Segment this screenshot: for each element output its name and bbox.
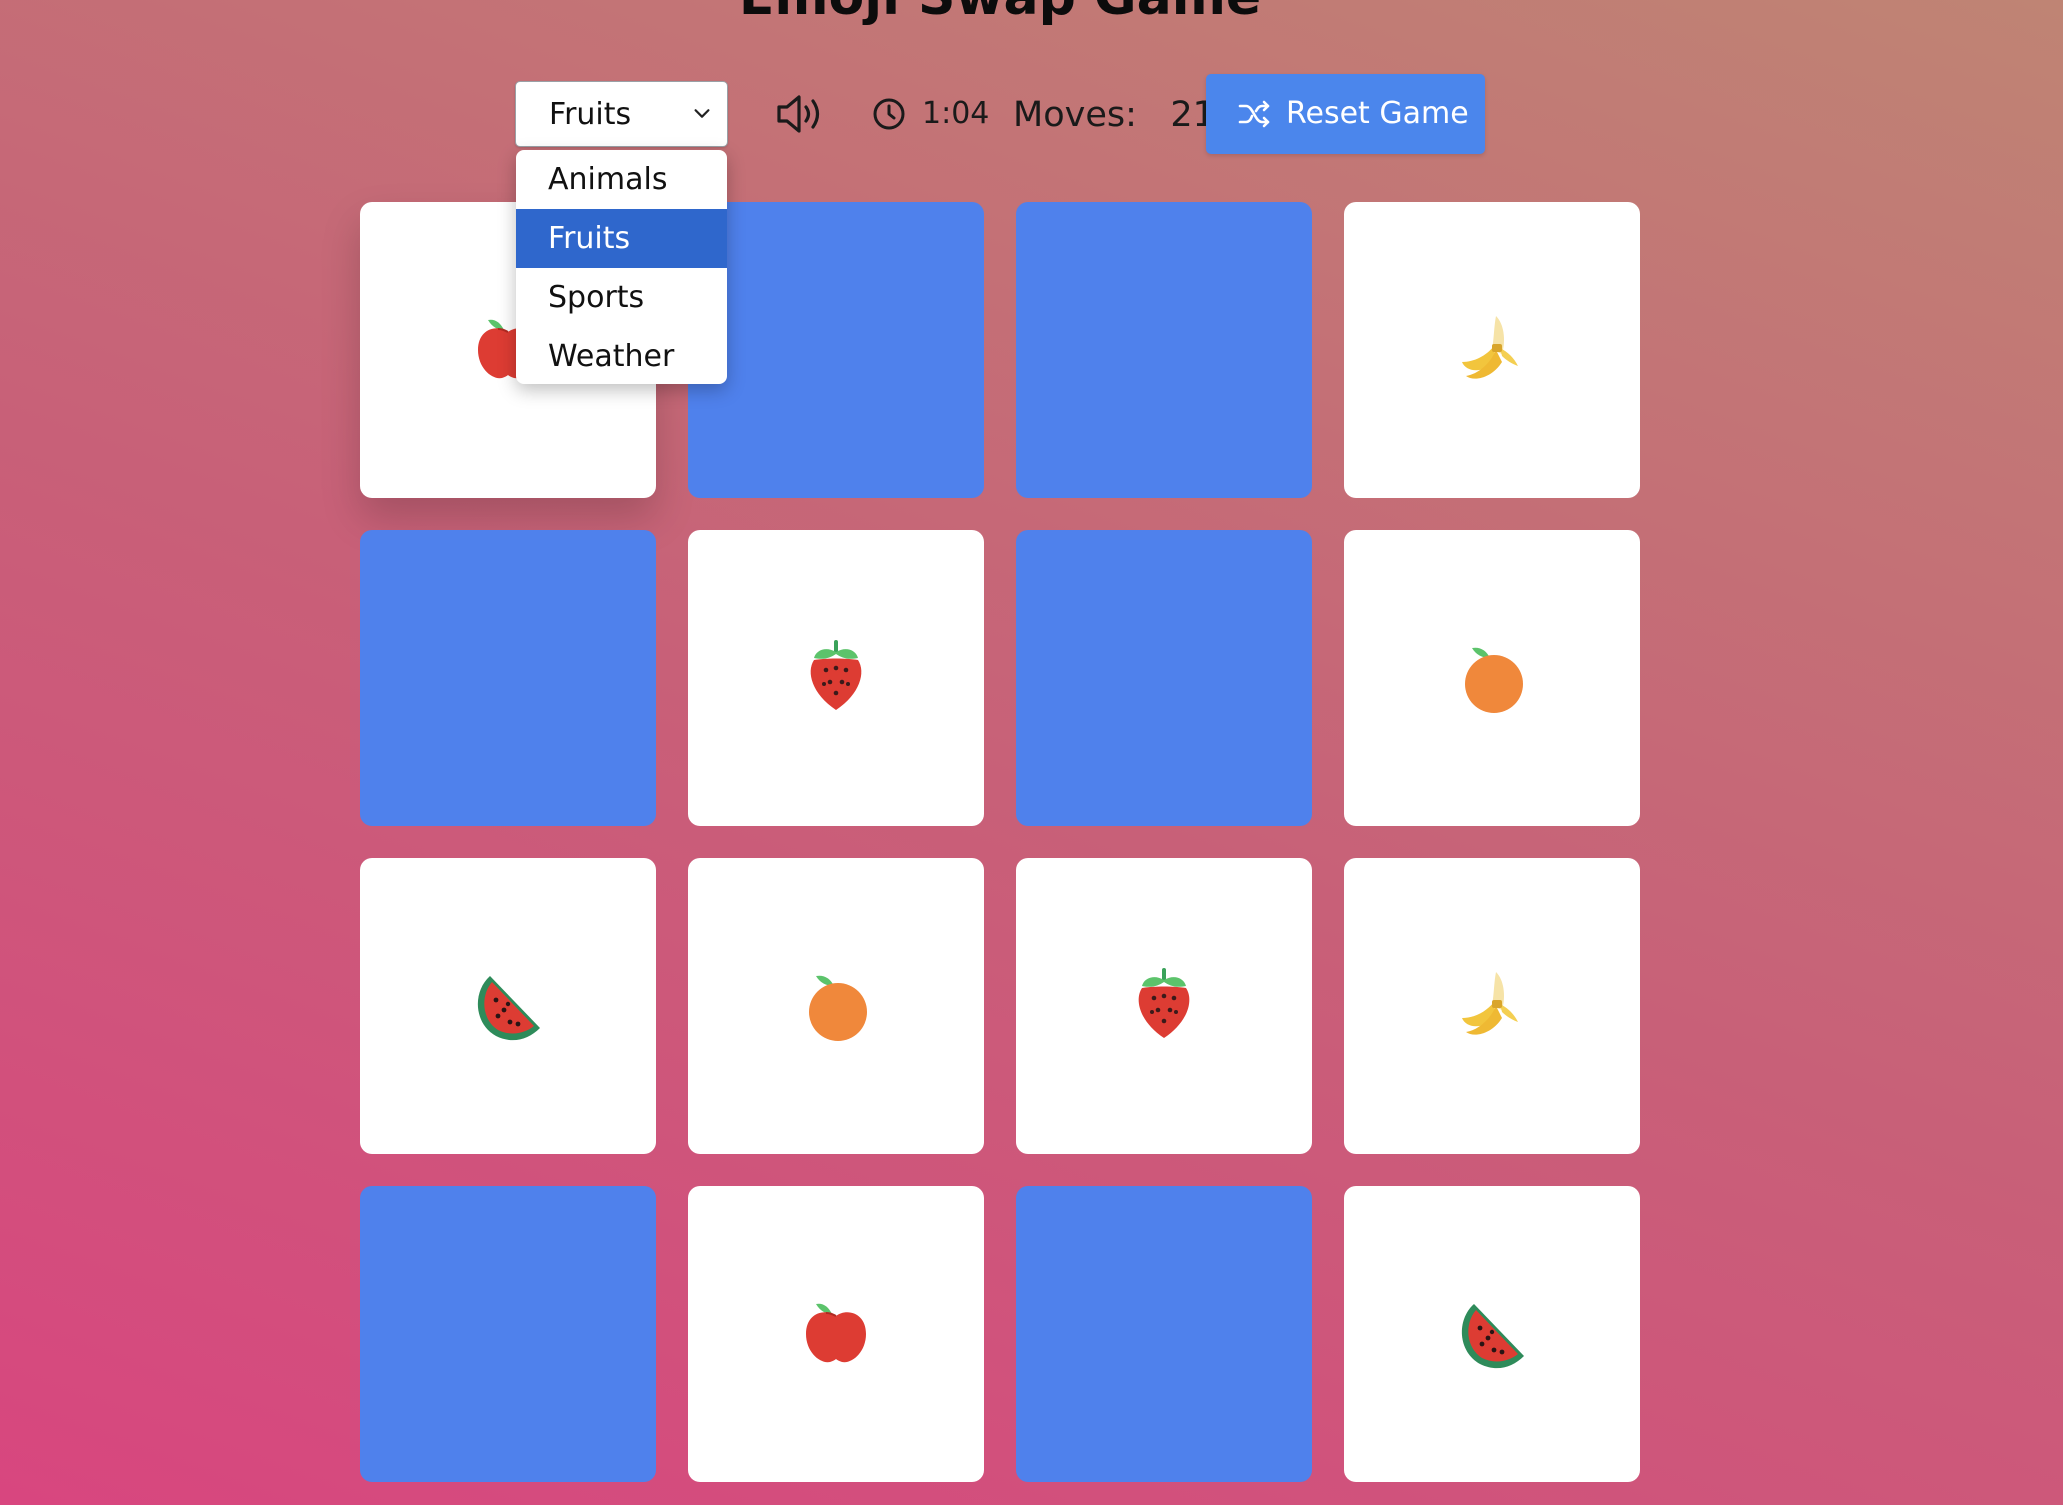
- card-strawberry-r2c2[interactable]: [688, 530, 984, 826]
- orange-icon: [1465, 647, 1523, 713]
- reset-game-button[interactable]: Reset Game: [1206, 74, 1485, 154]
- watermelon-icon: [1461, 1304, 1524, 1369]
- card-strawberry-r3c3[interactable]: [1016, 858, 1312, 1154]
- category-option-animals[interactable]: Animals: [516, 150, 727, 209]
- moves-counter: Moves: 21: [1013, 94, 1215, 136]
- moves-label: Moves:: [1013, 95, 1137, 135]
- card-watermelon-r3c1[interactable]: [360, 858, 656, 1154]
- apple-icon: [806, 1303, 866, 1363]
- card-banana-r3c4[interactable]: [1344, 858, 1640, 1154]
- card-hidden-r4c3[interactable]: [1016, 1186, 1312, 1482]
- speaker-icon: [777, 95, 820, 133]
- card-hidden-r1c3[interactable]: [1016, 202, 1312, 498]
- sound-toggle-button[interactable]: [775, 90, 825, 138]
- category-option-sports[interactable]: Sports: [516, 268, 727, 327]
- card-orange-r2c4[interactable]: [1344, 530, 1640, 826]
- card-hidden-r2c1[interactable]: [360, 530, 656, 826]
- card-orange-r3c2[interactable]: [688, 858, 984, 1154]
- strawberry-icon: [810, 640, 862, 710]
- category-select[interactable]: Fruits: [515, 81, 728, 147]
- banana-icon: [1462, 972, 1518, 1035]
- clock-icon: [873, 98, 905, 130]
- card-watermelon-r4c4[interactable]: [1344, 1186, 1640, 1482]
- timer-value: 1:04: [922, 96, 990, 131]
- card-hidden-r2c3[interactable]: [1016, 530, 1312, 826]
- card-hidden-r4c1[interactable]: [360, 1186, 656, 1482]
- watermelon-icon: [477, 976, 540, 1041]
- chevron-down-icon: [694, 109, 710, 118]
- reset-game-label: Reset Game: [1286, 96, 1469, 131]
- game-board: [360, 202, 1640, 1482]
- card-banana-r1c4[interactable]: [1344, 202, 1640, 498]
- category-select-value: Fruits: [549, 97, 632, 132]
- category-option-weather[interactable]: Weather: [516, 327, 727, 384]
- card-apple-r4c2[interactable]: [688, 1186, 984, 1482]
- orange-icon: [809, 975, 867, 1041]
- strawberry-icon: [1138, 968, 1190, 1038]
- category-option-fruits[interactable]: Fruits: [516, 209, 727, 268]
- banana-icon: [1462, 316, 1518, 379]
- shuffle-icon: [1238, 100, 1270, 128]
- page-title: Emoji Swap Game: [0, 0, 2000, 34]
- card-hidden-r1c2[interactable]: [688, 202, 984, 498]
- category-dropdown: Animals Fruits Sports Weather: [516, 150, 727, 384]
